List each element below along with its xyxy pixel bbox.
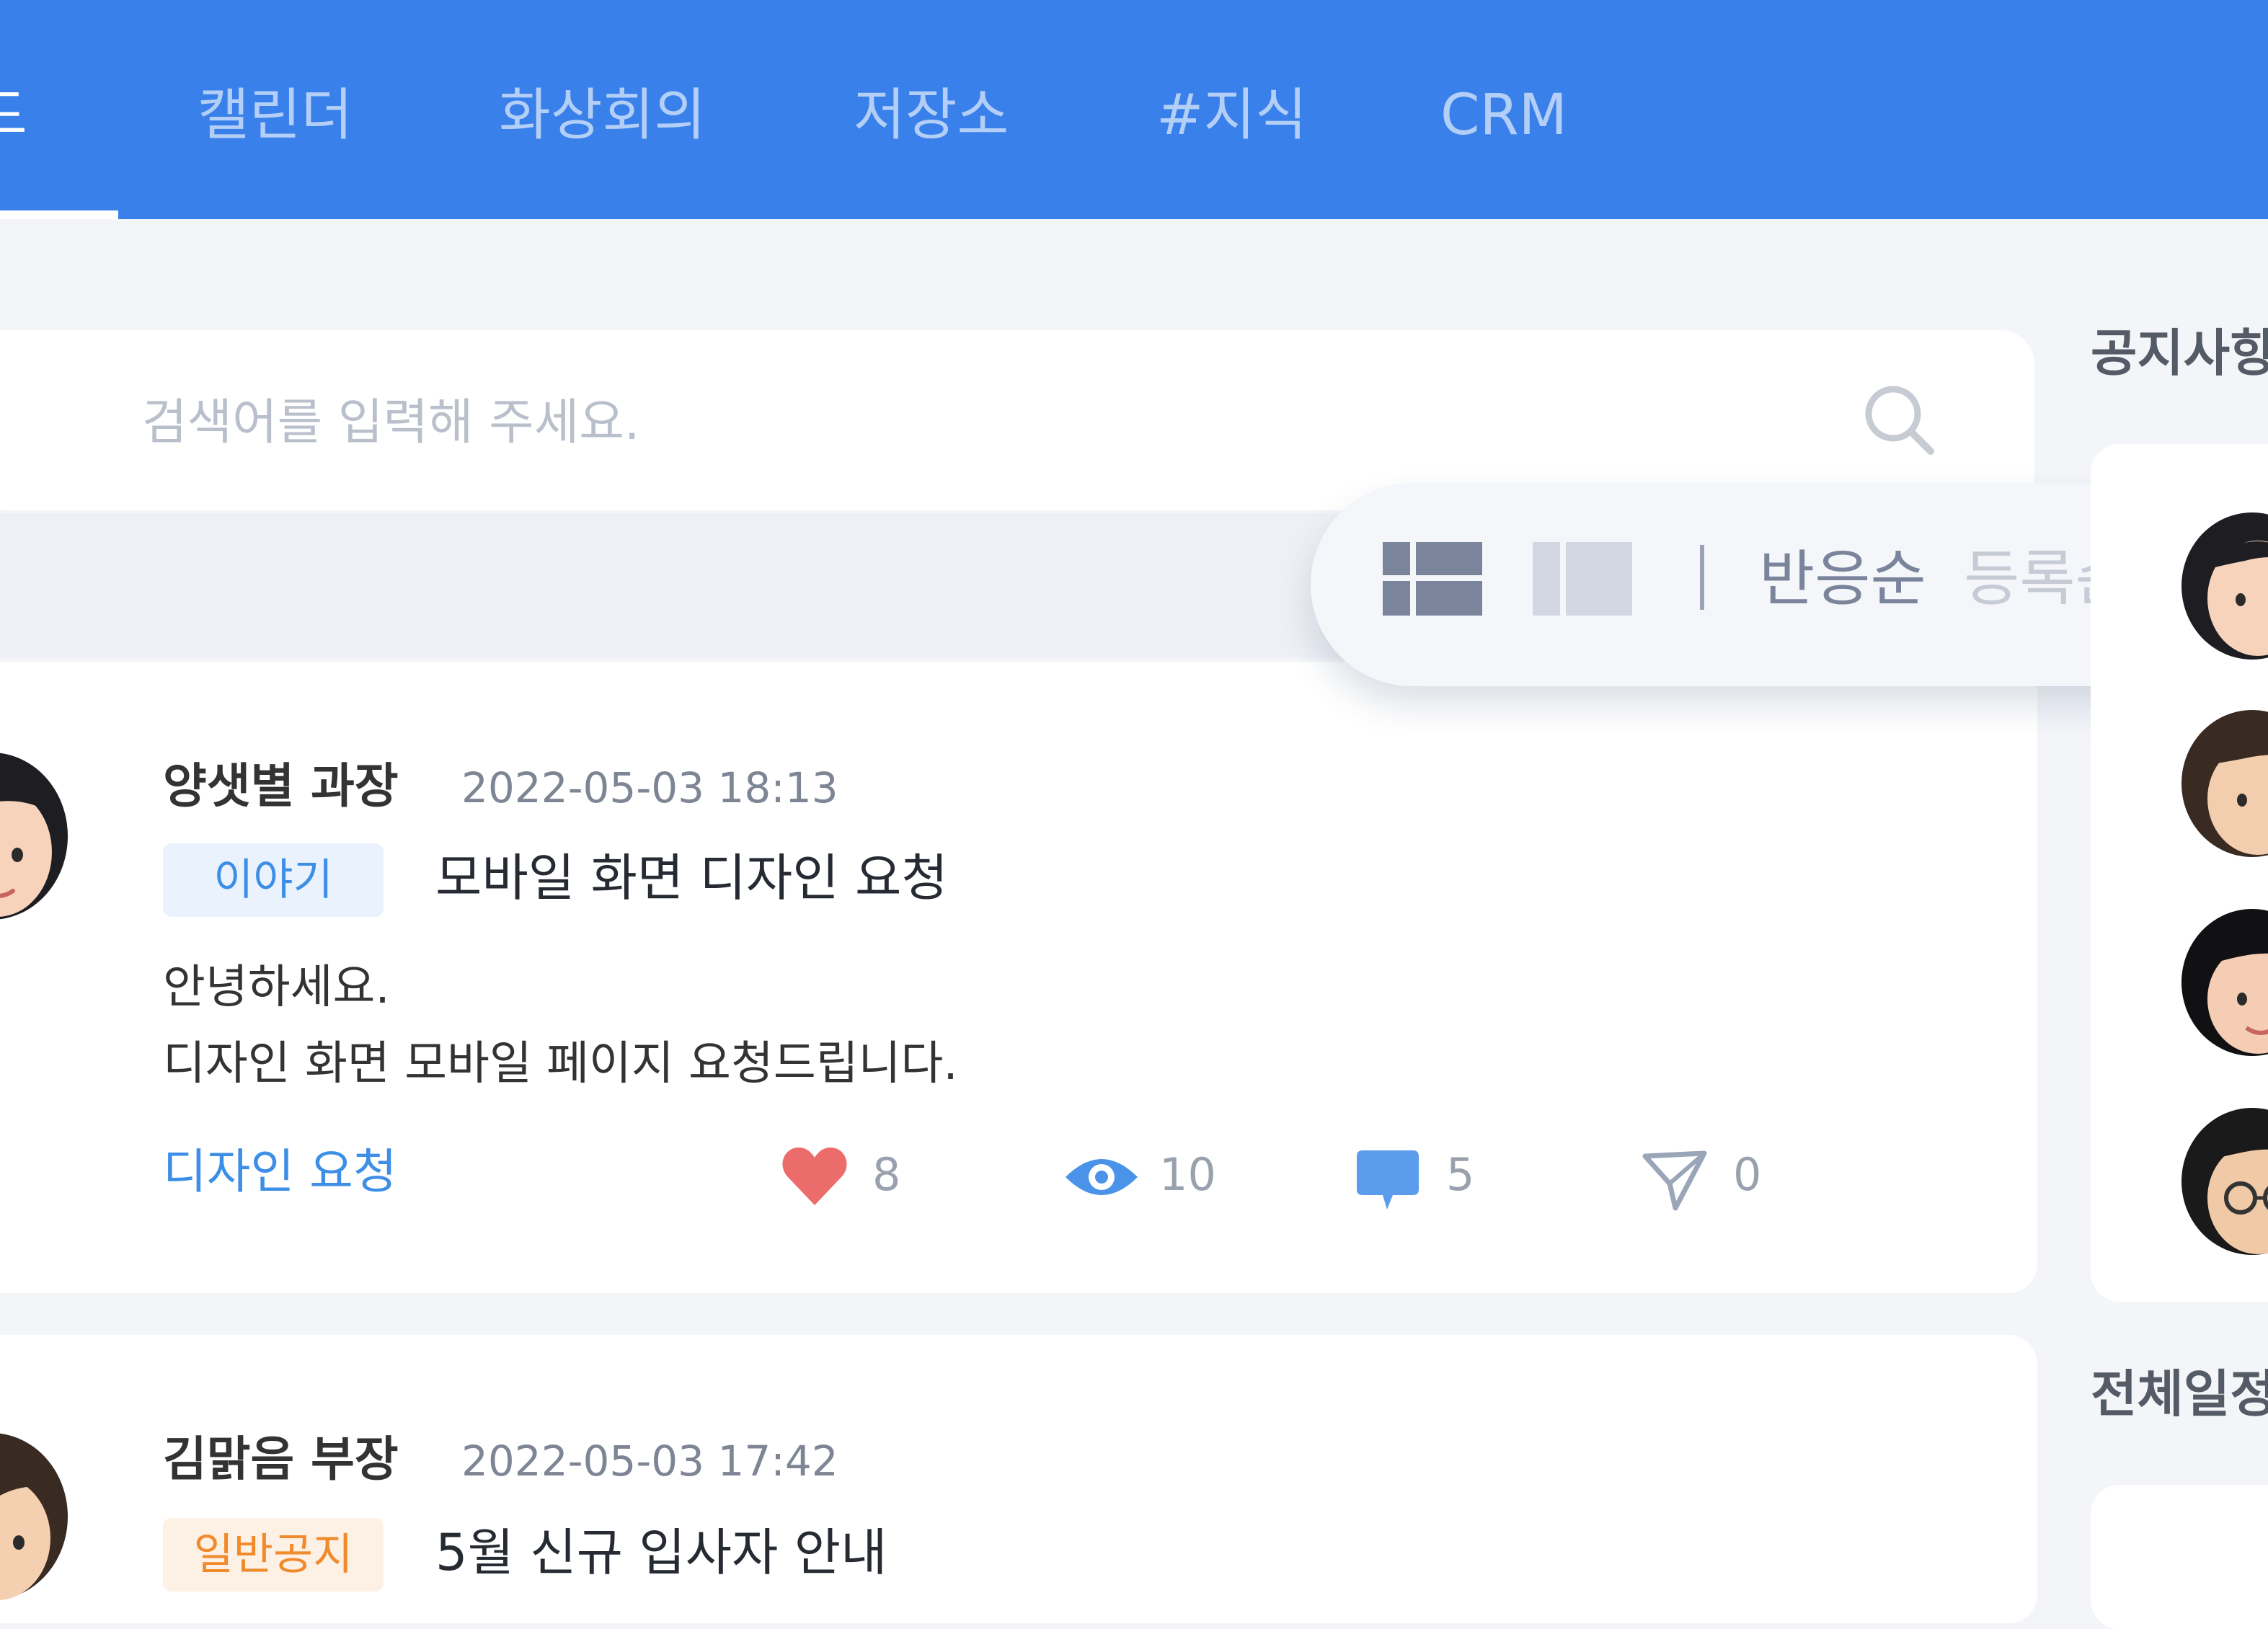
category-badge: 일반공지 bbox=[163, 1518, 384, 1592]
active-tab-indicator bbox=[0, 210, 118, 219]
tab-calendar[interactable]: 캘린더 bbox=[198, 79, 353, 151]
sort-divider bbox=[1700, 545, 1704, 610]
tab-video-meeting[interactable]: 화상회의 bbox=[499, 79, 706, 151]
post-date: 2022-05-03 17:42 bbox=[461, 1437, 838, 1486]
category-badge: 이야기 bbox=[163, 843, 384, 917]
card-view-icon[interactable] bbox=[1533, 542, 1632, 616]
post-body-line: 안녕하세요. bbox=[163, 961, 390, 1014]
tab-knowledge[interactable]: #지식 bbox=[1156, 79, 1307, 151]
share-count: 0 bbox=[1733, 1148, 1762, 1201]
post-body-line: 디자인 화면 모바일 페이지 요청드립니다. bbox=[163, 1037, 958, 1091]
eye-icon bbox=[1066, 1159, 1138, 1195]
comment-icon[interactable] bbox=[1355, 1149, 1420, 1211]
top-navigation-bar: 드 캘린더 화상회의 저장소 #지식 CRM bbox=[0, 0, 2268, 219]
tab-storage[interactable]: 저장소 bbox=[854, 79, 1009, 151]
post-hashtag[interactable]: 디자인 요청 bbox=[163, 1136, 397, 1208]
heart-icon[interactable] bbox=[781, 1146, 848, 1207]
tab-feed[interactable]: 드 bbox=[0, 79, 27, 151]
comment-count: 5 bbox=[1446, 1148, 1475, 1201]
post-author[interactable]: 양샛별 과장 bbox=[163, 754, 399, 819]
post-title[interactable]: 모바일 화면 디자인 요청 bbox=[435, 842, 948, 914]
schedule-card bbox=[2091, 1485, 2268, 1629]
search-icon[interactable] bbox=[1860, 381, 1939, 460]
search-input[interactable] bbox=[141, 386, 1802, 459]
view-count: 10 bbox=[1159, 1148, 1216, 1201]
post-author[interactable]: 김맑음 부장 bbox=[163, 1427, 399, 1492]
post-date: 2022-05-03 18:13 bbox=[461, 763, 838, 812]
schedule-section-title: 전체일정 bbox=[2091, 1364, 2268, 1424]
share-icon[interactable] bbox=[1642, 1150, 1707, 1211]
list-view-icon[interactable] bbox=[1383, 542, 1482, 616]
tab-crm[interactable]: CRM bbox=[1440, 79, 1567, 151]
sort-by-reaction[interactable]: 반응순 bbox=[1759, 539, 1926, 618]
post-title[interactable]: 5월 신규 입사자 안내 bbox=[435, 1517, 887, 1589]
notice-section-title: 공지사항 bbox=[2091, 324, 2268, 383]
like-count: 8 bbox=[872, 1148, 901, 1201]
